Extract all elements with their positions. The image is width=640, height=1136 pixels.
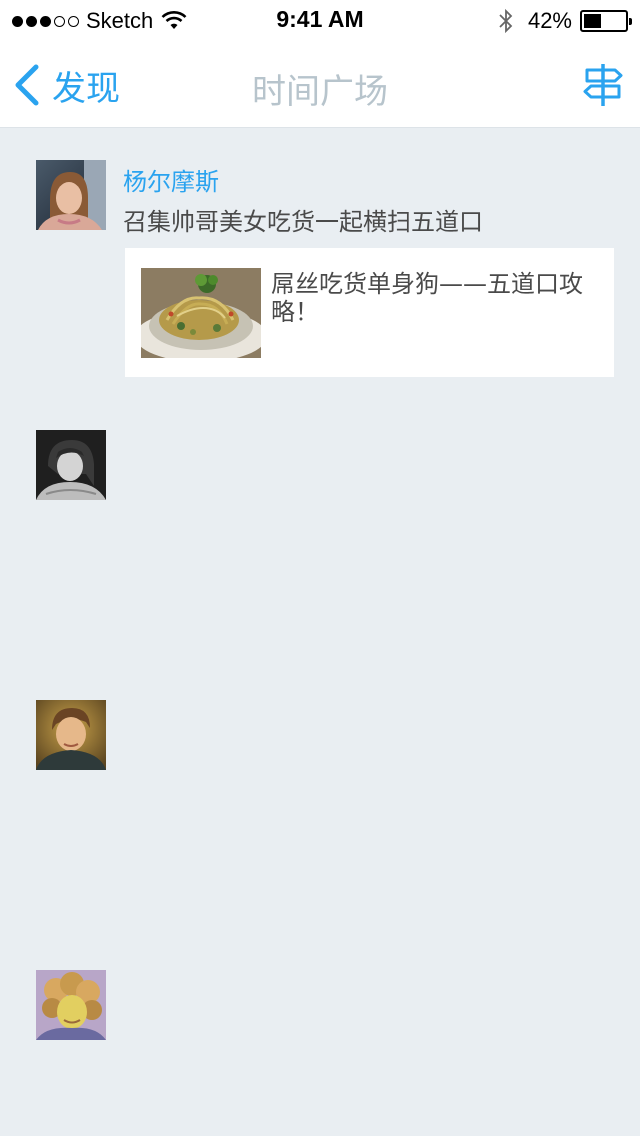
avatar[interactable] bbox=[36, 970, 106, 1040]
signpost-button[interactable] bbox=[582, 62, 624, 108]
shared-link-title: 屌丝吃货单身狗——五道口攻略！ bbox=[271, 270, 583, 326]
shared-link-card[interactable]: 屌丝吃货单身狗——五道口攻略！ bbox=[125, 248, 614, 377]
avatar-photo bbox=[36, 160, 106, 230]
battery-fill bbox=[584, 14, 601, 28]
avatar[interactable] bbox=[36, 430, 106, 500]
battery-percent: 42% bbox=[527, 8, 572, 33]
status-bar: Sketch 9:41 AM 42% bbox=[0, 0, 640, 40]
battery-icon bbox=[580, 10, 632, 32]
page-title: 时间广场 bbox=[252, 72, 388, 112]
avatar[interactable] bbox=[36, 700, 106, 770]
food-photo bbox=[141, 268, 261, 358]
avatar-photo bbox=[36, 700, 106, 770]
battery-area: 42% bbox=[498, 7, 632, 35]
post-text: 召集帅哥美女吃货一起横扫五道口 bbox=[123, 208, 483, 236]
battery-cap bbox=[629, 18, 632, 25]
avatar-photo bbox=[36, 970, 106, 1040]
post-username[interactable]: 杨尔摩斯 bbox=[123, 162, 219, 197]
bluetooth-icon bbox=[499, 8, 513, 34]
avatar[interactable] bbox=[36, 160, 106, 230]
nav-bar: 发现 时间广场 bbox=[0, 40, 640, 128]
shared-link-thumbnail bbox=[141, 268, 261, 358]
signpost-icon bbox=[583, 64, 623, 106]
avatar-photo bbox=[36, 430, 106, 500]
